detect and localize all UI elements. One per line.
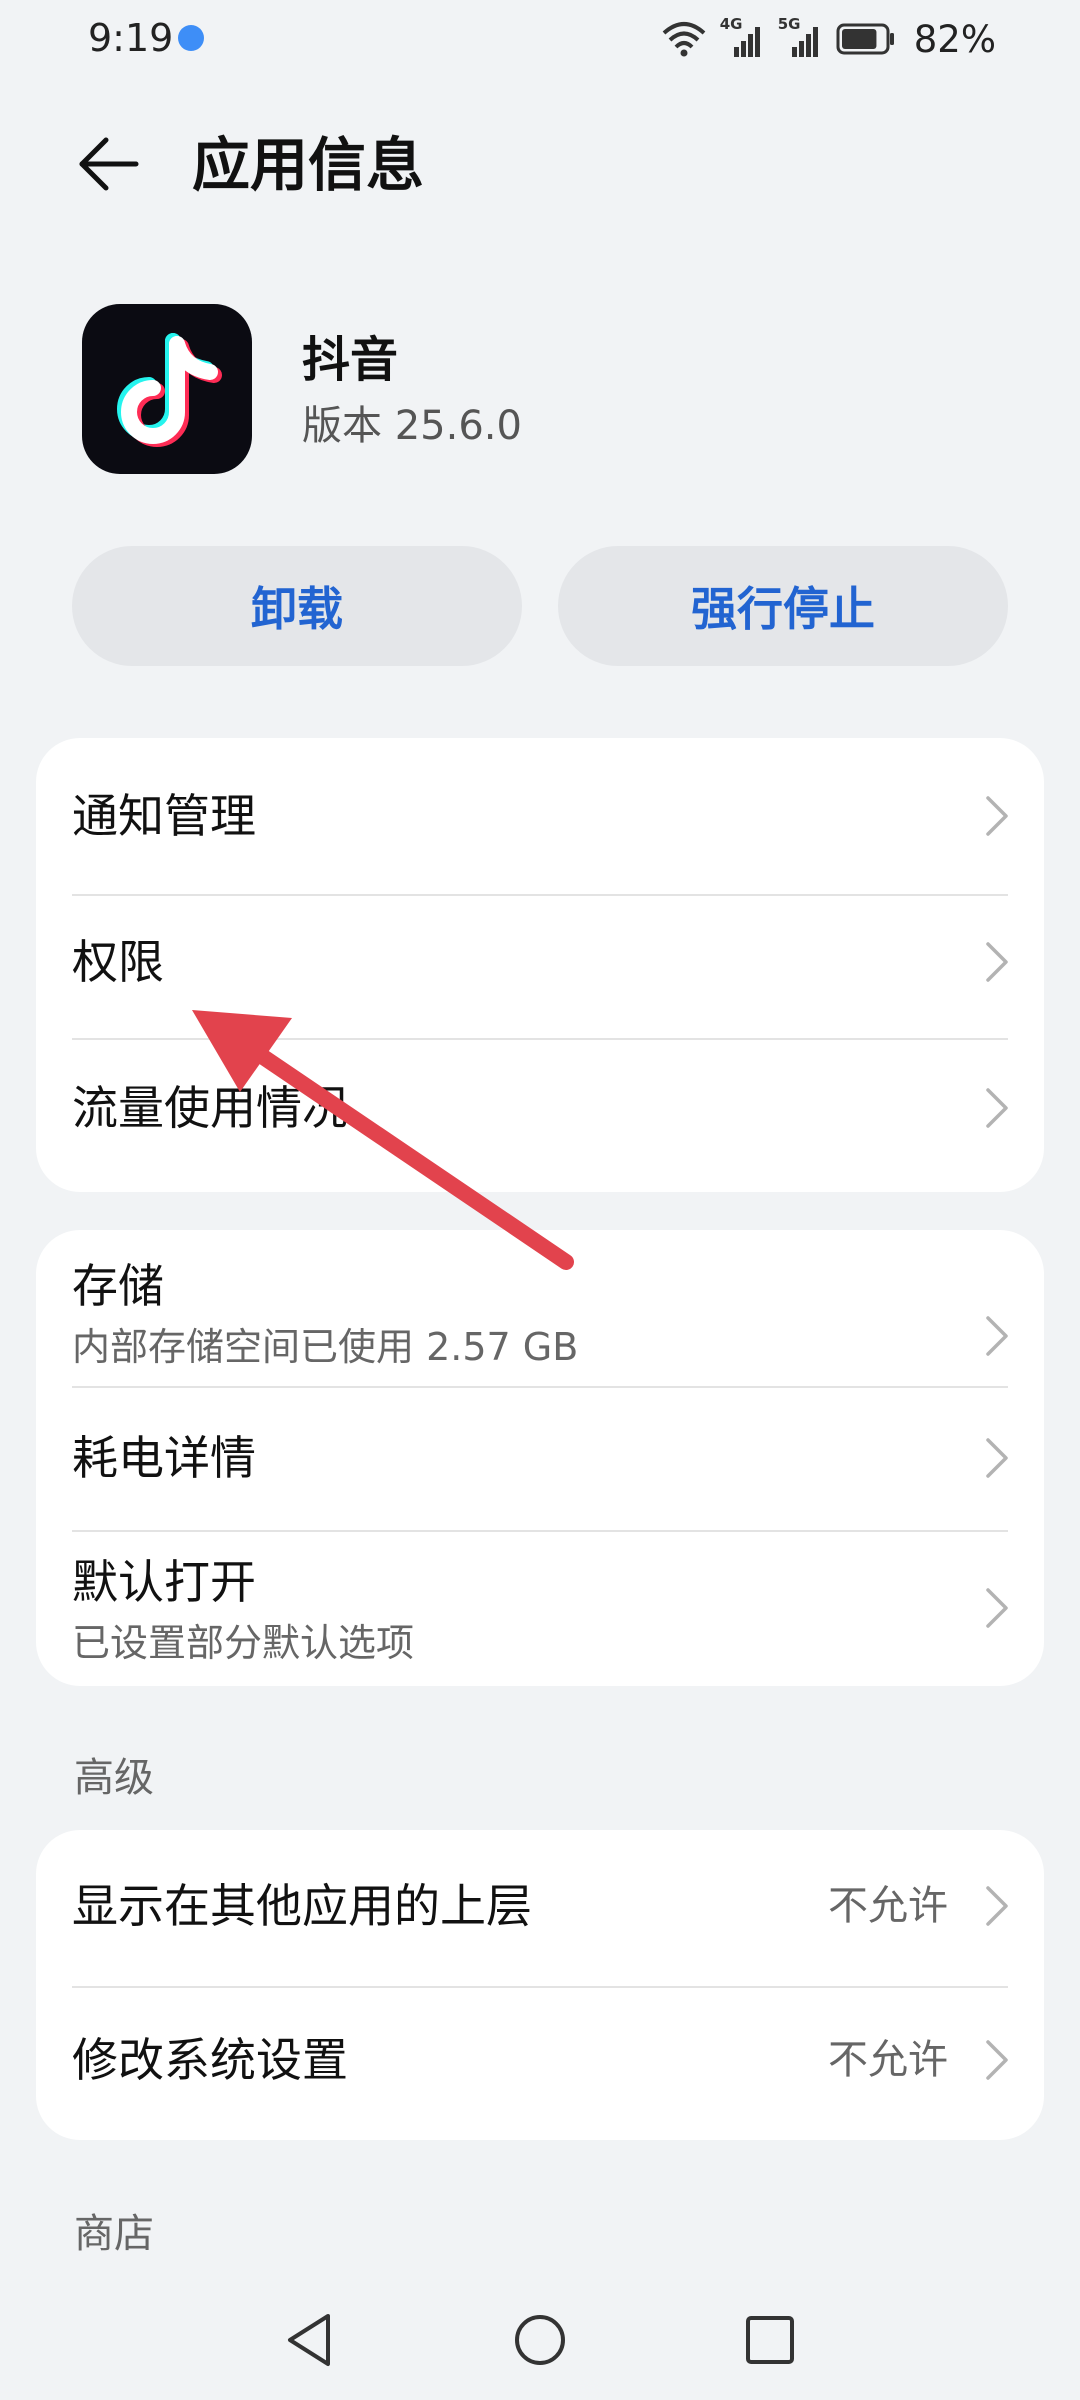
chevron-right-icon [986, 1438, 1008, 1478]
page-title: 应用信息 [192, 131, 425, 199]
signal-5g-icon: 5G [778, 15, 822, 57]
chevron-right-icon [986, 2040, 1008, 2080]
app-name: 抖音 [302, 332, 399, 388]
row-value: 不允许 [828, 2037, 948, 2083]
section-label-store: 商店 [74, 2211, 154, 2257]
arrow-left-icon[interactable] [74, 130, 142, 198]
app-icon [82, 304, 252, 474]
row-label: 权限 [72, 935, 164, 989]
row-value: 不允许 [828, 1883, 948, 1929]
row-label: 通知管理 [72, 789, 256, 843]
chevron-right-icon [986, 1886, 1008, 1926]
row-notification-management[interactable]: 通知管理 [36, 738, 1044, 894]
battery-percent: 82% [913, 17, 996, 61]
nav-back-icon[interactable] [278, 2308, 342, 2372]
row-label: 耗电详情 [72, 1431, 256, 1485]
force-stop-button[interactable]: 强行停止 [558, 546, 1008, 666]
notification-dot-icon [178, 25, 204, 51]
status-icons: 4G 5G 82% [662, 14, 996, 64]
chevron-right-icon [986, 942, 1008, 982]
chevron-right-icon [986, 796, 1008, 836]
section-label-advanced: 高级 [74, 1755, 154, 1801]
row-label: 存储 [72, 1259, 164, 1313]
status-time: 9:19 [88, 16, 174, 60]
navigation-bar [0, 2280, 1080, 2400]
wifi-icon [662, 22, 706, 57]
chevron-right-icon [986, 1588, 1008, 1628]
row-open-by-default[interactable]: 默认打开 已设置部分默认选项 [36, 1532, 1044, 1686]
uninstall-button[interactable]: 卸载 [72, 546, 522, 666]
row-data-usage[interactable]: 流量使用情况 [36, 1040, 1044, 1192]
chevron-right-icon [986, 1316, 1008, 1356]
row-label: 修改系统设置 [72, 2033, 348, 2087]
tiktok-logo-icon [117, 333, 222, 447]
nav-recents-icon[interactable] [738, 2308, 802, 2372]
row-battery-details[interactable]: 耗电详情 [36, 1388, 1044, 1530]
card-storage: 存储 内部存储空间已使用 2.57 GB 耗电详情 默认打开 已设置部分默认选项 [36, 1230, 1044, 1686]
row-label: 显示在其他应用的上层 [72, 1879, 532, 1933]
row-display-over-apps[interactable]: 显示在其他应用的上层 不允许 [36, 1830, 1044, 1986]
row-label: 默认打开 [72, 1555, 256, 1609]
app-version: 版本 25.6.0 [302, 403, 522, 449]
row-sublabel: 内部存储空间已使用 2.57 GB [72, 1325, 579, 1369]
row-label: 流量使用情况 [72, 1081, 348, 1135]
row-modify-system-settings[interactable]: 修改系统设置 不允许 [36, 1988, 1044, 2140]
row-storage[interactable]: 存储 内部存储空间已使用 2.57 GB [36, 1230, 1044, 1386]
row-sublabel: 已设置部分默认选项 [72, 1621, 415, 1665]
row-permissions[interactable]: 权限 [36, 896, 1044, 1038]
signal-4g-icon: 4G [720, 15, 764, 57]
battery-icon [836, 23, 894, 55]
nav-home-icon[interactable] [508, 2308, 572, 2372]
chevron-right-icon [986, 1088, 1008, 1128]
card-advanced: 显示在其他应用的上层 不允许 修改系统设置 不允许 [36, 1830, 1044, 2140]
status-bar: 9:19 4G 5G 82% [0, 0, 1080, 80]
card-general: 通知管理 权限 流量使用情况 [36, 738, 1044, 1192]
header: 应用信息 [0, 110, 1080, 220]
